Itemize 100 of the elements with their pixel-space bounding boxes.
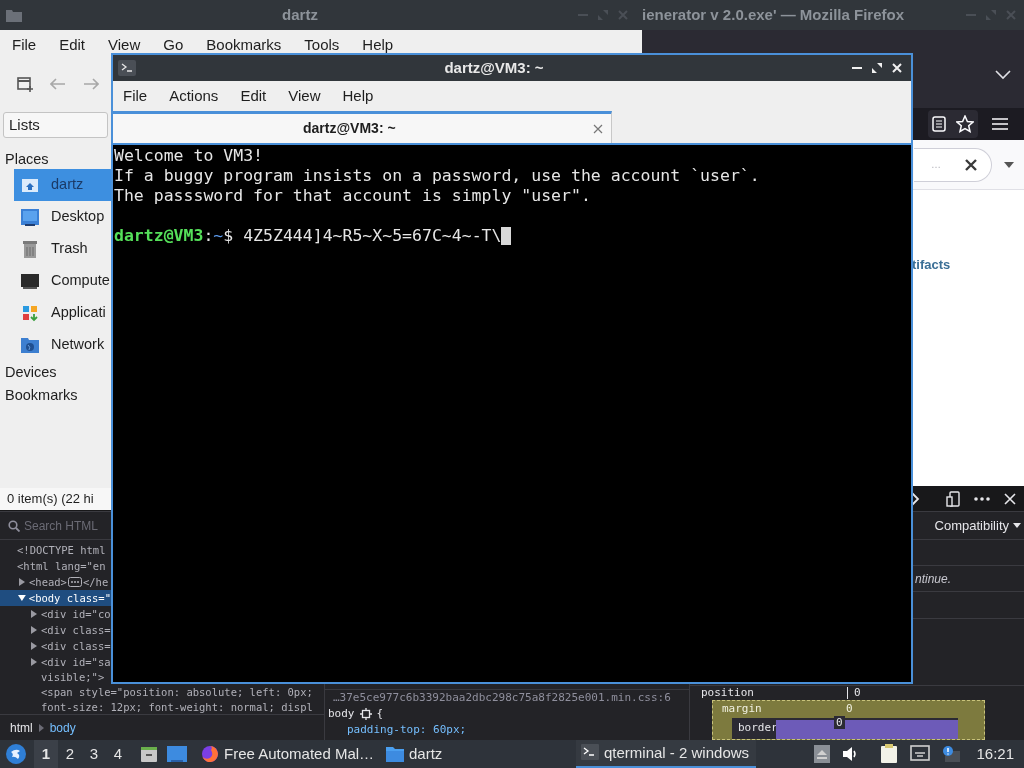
box-value: 0 — [846, 701, 853, 718]
terminal-line: The passsword for that account is simply "user". — [114, 186, 592, 206]
collapsed-arrow-icon[interactable] — [31, 610, 37, 618]
computer-icon — [20, 271, 40, 291]
source-link[interactable]: …37e5ce977c6b3392baa2dbc298c75a8f2825e001.min.css:6 — [325, 689, 689, 706]
tree-node[interactable]: <!DOCTYPE html — [0, 542, 111, 558]
chevron-right-icon[interactable] — [910, 491, 920, 506]
task-button[interactable]: dartz — [386, 740, 576, 768]
place-item[interactable]: Compute — [14, 265, 111, 297]
start-menu-icon[interactable] — [6, 744, 26, 764]
menu-item[interactable]: Help — [342, 84, 374, 108]
place-item[interactable]: Trash — [14, 233, 111, 265]
tree-node[interactable]: <body class=" — [0, 590, 111, 606]
menu-item[interactable]: Tools — [304, 33, 340, 57]
terminal-icon — [581, 744, 599, 762]
menu-item[interactable]: Actions — [169, 84, 219, 108]
firefox-icon — [201, 745, 219, 763]
new-window-icon[interactable] — [17, 76, 33, 92]
tree-node[interactable]: <div class= — [0, 638, 111, 654]
menu-item[interactable]: Help — [362, 33, 394, 57]
menu-item[interactable]: File — [123, 84, 148, 108]
clock[interactable]: 16:21 — [976, 742, 1014, 766]
tree-node[interactable]: <head> </he — [0, 574, 111, 590]
menu-icon[interactable] — [992, 117, 1008, 131]
box-value: 0 — [847, 687, 861, 699]
place-item[interactable]: Applicati — [14, 297, 111, 329]
task-button[interactable]: qterminal - 2 windows — [576, 740, 756, 768]
menu-item[interactable]: View — [108, 33, 141, 57]
menu-item[interactable]: Go — [163, 33, 184, 57]
menu-item[interactable]: Bookmarks — [206, 33, 282, 57]
task-button[interactable]: Free Automated Mal… — [201, 740, 386, 768]
network-icon[interactable] — [910, 745, 931, 763]
caret-down-icon[interactable] — [1013, 523, 1021, 528]
chevron-right-icon — [38, 723, 44, 732]
menu-item[interactable]: Edit — [240, 84, 267, 108]
maximize-icon[interactable] — [872, 63, 882, 73]
tree-node[interactable]: <div class= — [0, 622, 111, 638]
eject-icon[interactable] — [814, 745, 831, 763]
folder-icon — [6, 8, 22, 22]
reader-view-icon[interactable] — [932, 116, 946, 132]
css-selector: body — [328, 706, 355, 722]
more-icon[interactable] — [974, 496, 990, 501]
collapsed-arrow-icon[interactable] — [31, 658, 37, 666]
tree-node[interactable]: <span style="position: absolute; left: 0px; — [0, 684, 313, 700]
tree-node[interactable]: <div id="co — [0, 606, 111, 622]
place-item[interactable]: Network — [14, 329, 111, 361]
clear-icon[interactable] — [965, 158, 977, 171]
volume-icon[interactable] — [842, 746, 859, 762]
workspace-button[interactable]: 1 — [34, 740, 58, 768]
prompt-line[interactable]: dartz@VM3:~$ 4Z5Z444]4~R5~X~5=67C~4~-T\ — [114, 226, 502, 246]
panel-tab[interactable]: Compatibility — [934, 515, 1009, 536]
chevron-down-icon[interactable] — [995, 70, 1011, 80]
node-target-icon[interactable] — [359, 708, 372, 720]
workspace-button[interactable]: 3 — [82, 740, 106, 768]
tab[interactable]: dartz@VM3: ~ — [113, 111, 612, 143]
box-value: 0 — [834, 716, 845, 729]
file-cabinet-icon[interactable] — [140, 745, 158, 763]
tree-node[interactable]: <html lang="en — [0, 558, 111, 574]
workspace-button[interactable]: 2 — [58, 740, 82, 768]
window-icon[interactable] — [167, 745, 187, 763]
section-header[interactable]: Places — [0, 149, 111, 169]
desktop-icon — [20, 207, 40, 227]
network-folder-icon — [20, 335, 40, 355]
tree-node-text: visible;"> — [40, 670, 106, 684]
menu-item[interactable]: File — [12, 33, 37, 57]
link[interactable]: tifacts — [912, 257, 951, 272]
notification-icon[interactable] — [942, 745, 961, 763]
terminal-line: Welcome to VM3! — [114, 146, 264, 166]
menu-item[interactable]: View — [288, 84, 321, 108]
folder-icon — [386, 745, 404, 763]
caret-down-icon[interactable] — [1004, 161, 1014, 168]
menu-item[interactable]: Edit — [59, 33, 86, 57]
section-header[interactable]: Devices — [0, 361, 111, 384]
trash-icon — [20, 239, 40, 259]
search-field[interactable]: Search HTML — [24, 516, 108, 535]
ellipsis-badge-icon[interactable] — [67, 577, 82, 587]
box-label: border — [738, 720, 776, 736]
message-text: ntinue. — [915, 570, 952, 588]
responsive-design-icon[interactable] — [946, 490, 960, 507]
applications-icon — [20, 303, 40, 323]
collapsed-arrow-icon[interactable] — [31, 626, 37, 634]
expanded-arrow-icon[interactable] — [18, 595, 26, 601]
place-item[interactable]: Desktop — [14, 201, 111, 233]
box-label: position — [701, 684, 755, 701]
clipboard-icon[interactable] — [880, 744, 899, 764]
star-icon[interactable] — [956, 115, 974, 133]
status-bar: 0 item(s) (22 hi — [0, 488, 111, 510]
collapsed-arrow-icon[interactable] — [31, 642, 37, 650]
window-title: dartz@VM3: ~ — [443, 57, 545, 78]
cursor — [501, 227, 512, 245]
terminal-line: If a buggy program insists on a password, use the account `user`. — [114, 166, 761, 186]
breadcrumb[interactable]: body — [49, 718, 76, 737]
collapsed-arrow-icon[interactable] — [19, 578, 25, 586]
section-header[interactable]: Bookmarks — [0, 384, 111, 407]
tree-node-text: font-size: 12px; font-weight: normal; displ — [40, 700, 314, 714]
tree-node[interactable]: <div id="sa — [0, 654, 111, 670]
breadcrumb[interactable]: html — [10, 718, 33, 737]
pane-selector[interactable]: Lists — [3, 112, 108, 138]
workspace-button[interactable]: 4 — [106, 740, 130, 768]
window-title: ienerator v 2.0.exe' — Mozilla Firefox — [642, 4, 905, 25]
